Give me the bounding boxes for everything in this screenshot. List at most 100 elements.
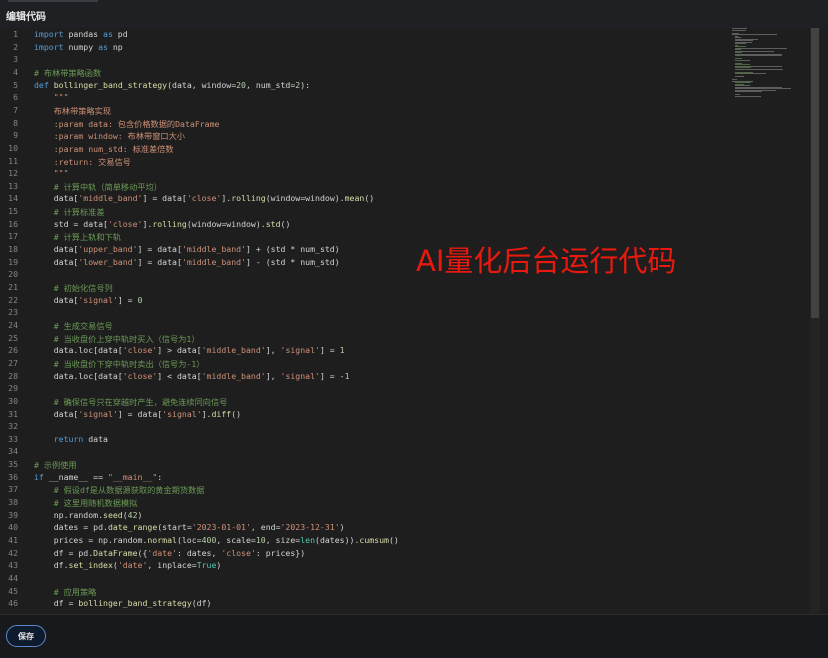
line-number: 3 bbox=[13, 54, 18, 65]
line-number: 38 bbox=[8, 497, 18, 508]
dialog-footer: 保存 bbox=[0, 614, 828, 658]
minimap-line bbox=[732, 34, 777, 35]
code-line[interactable]: data.loc[data['close'] > data['middle_ba… bbox=[34, 345, 345, 355]
line-number: 14 bbox=[8, 193, 18, 204]
line-number: 22 bbox=[8, 294, 18, 305]
code-line[interactable]: data['upper_band'] = data['middle_band']… bbox=[34, 244, 340, 254]
code-line[interactable]: np.random.seed(42) bbox=[34, 510, 143, 520]
minimap-line bbox=[735, 68, 784, 70]
code-line[interactable]: # 计算上轨和下轨 bbox=[34, 231, 121, 243]
code-line[interactable]: # 确保信号只在穿越时产生，避免连续同向信号 bbox=[34, 396, 228, 408]
code-line[interactable]: data.loc[data['close'] < data['middle_ba… bbox=[34, 371, 350, 381]
line-number: 40 bbox=[8, 522, 18, 533]
line-number: 31 bbox=[8, 408, 18, 419]
code-line[interactable]: import pandas as pd bbox=[34, 29, 128, 39]
code-line[interactable]: df = pd.DataFrame({'date': dates, 'close… bbox=[34, 548, 305, 558]
line-number: 11 bbox=[8, 155, 18, 166]
code-line[interactable]: std = data['close'].rolling(window=windo… bbox=[34, 219, 291, 229]
line-number: 30 bbox=[8, 395, 18, 406]
minimap-line bbox=[735, 73, 766, 74]
line-number: 17 bbox=[8, 231, 18, 242]
line-number: 16 bbox=[8, 218, 18, 229]
code-line[interactable]: # 这里用随机数据模拟 bbox=[34, 497, 138, 509]
dialog-titlebar: 编辑代码 bbox=[0, 0, 828, 29]
line-number: 6 bbox=[13, 92, 18, 103]
line-number: 13 bbox=[8, 180, 18, 191]
code-line[interactable]: return data bbox=[34, 434, 108, 444]
code-line[interactable]: :param window: 布林带窗口大小 bbox=[34, 130, 185, 142]
line-number: 32 bbox=[8, 421, 18, 432]
minimap-line bbox=[735, 59, 750, 61]
line-number: 8 bbox=[13, 117, 18, 128]
line-number: 28 bbox=[8, 370, 18, 381]
code-line[interactable]: df = bollinger_band_strategy(df) bbox=[34, 598, 212, 608]
line-number: 23 bbox=[8, 307, 18, 318]
code-line[interactable]: # 示例使用 bbox=[34, 459, 77, 471]
code-line[interactable]: # 生成交易信号 bbox=[34, 320, 113, 332]
code-line[interactable]: # 当收盘价下穿中轨时卖出（信号为-1） bbox=[34, 358, 205, 370]
titlebar-accent bbox=[8, 0, 98, 2]
line-number: 1 bbox=[13, 29, 18, 39]
minimap-line bbox=[735, 91, 763, 92]
code-editor[interactable]: 1 import pandas as pd 2 import numpy as np 3… bbox=[0, 28, 828, 614]
code-line[interactable]: # 初始化信号列 bbox=[34, 282, 113, 294]
code-line[interactable]: # 当收盘价上穿中轨时买入（信号为1） bbox=[34, 333, 200, 345]
line-number: 36 bbox=[8, 471, 18, 482]
line-number: 29 bbox=[8, 383, 18, 394]
code-line[interactable]: df.set_index('date', inplace=True) bbox=[34, 560, 222, 570]
line-number: 33 bbox=[8, 433, 18, 444]
line-number: 43 bbox=[8, 560, 18, 571]
line-number: 27 bbox=[8, 357, 18, 368]
code-line[interactable]: # 布林带策略函数 bbox=[34, 67, 101, 79]
code-line[interactable]: dates = pd.date_range(start='2023-01-01'… bbox=[34, 522, 345, 532]
code-line[interactable]: if __name__ == "__main__": bbox=[34, 472, 162, 482]
line-number: 26 bbox=[8, 345, 18, 356]
code-line[interactable]: :param data: 包含价格数据的DataFrame bbox=[34, 118, 220, 130]
code-line[interactable]: data['signal'] = data['signal'].diff() bbox=[34, 409, 241, 419]
line-number: 4 bbox=[13, 66, 18, 77]
line-number: 39 bbox=[8, 509, 18, 520]
line-number: 42 bbox=[8, 547, 18, 558]
code-line[interactable]: # 计算中轨（简单移动平均） bbox=[34, 181, 162, 193]
minimap-line bbox=[735, 55, 782, 56]
line-number: 44 bbox=[8, 572, 18, 583]
code-line[interactable]: :param num_std: 标准差倍数 bbox=[34, 143, 174, 155]
code-minimap[interactable] bbox=[732, 28, 806, 100]
code-line[interactable]: import numpy as np bbox=[34, 42, 123, 52]
code-line[interactable]: def bollinger_band_strategy(data, window… bbox=[34, 80, 310, 90]
code-line[interactable]: 布林带策略实现 bbox=[34, 105, 111, 117]
save-button[interactable]: 保存 bbox=[6, 625, 46, 647]
line-number: 21 bbox=[8, 282, 18, 292]
code-line[interactable]: # 应用策略 bbox=[34, 586, 97, 598]
code-line[interactable]: # 计算标准差 bbox=[34, 206, 105, 218]
line-number: 35 bbox=[8, 459, 18, 470]
code-line[interactable]: # 假设df是从数据源获取的黄金期货数据 bbox=[34, 484, 205, 496]
line-number: 10 bbox=[8, 142, 18, 153]
code-line[interactable]: data['lower_band'] = data['middle_band']… bbox=[34, 257, 340, 267]
minimap-line bbox=[732, 29, 747, 31]
line-number: 15 bbox=[8, 206, 18, 217]
line-number: 12 bbox=[8, 168, 18, 179]
code-line[interactable]: :return: 交易信号 bbox=[34, 156, 131, 168]
line-number: 37 bbox=[8, 484, 18, 495]
overlay-caption: AI量化后台运行代码 bbox=[416, 244, 677, 278]
code-line[interactable]: """ bbox=[34, 168, 69, 178]
line-number: 2 bbox=[13, 41, 18, 52]
code-line[interactable]: data['middle_band'] = data['close'].roll… bbox=[34, 193, 374, 203]
vertical-scrollbar-thumb[interactable] bbox=[811, 28, 819, 318]
minimap-line bbox=[735, 76, 744, 77]
code-line[interactable]: data['signal'] = 0 bbox=[34, 295, 143, 305]
line-number: 25 bbox=[8, 332, 18, 343]
line-number: 46 bbox=[8, 598, 18, 609]
line-number: 41 bbox=[8, 535, 18, 545]
code-line[interactable]: prices = np.random.normal(loc=400, scale… bbox=[34, 535, 399, 545]
line-number: 34 bbox=[8, 446, 18, 457]
line-number: 9 bbox=[13, 130, 18, 141]
line-number: 24 bbox=[8, 319, 18, 330]
line-number: 7 bbox=[13, 104, 18, 115]
minimap-line bbox=[735, 95, 761, 97]
line-number: 19 bbox=[8, 256, 18, 267]
line-number: 18 bbox=[8, 244, 18, 255]
code-line[interactable]: """ bbox=[34, 92, 69, 102]
line-number: 20 bbox=[8, 269, 18, 280]
